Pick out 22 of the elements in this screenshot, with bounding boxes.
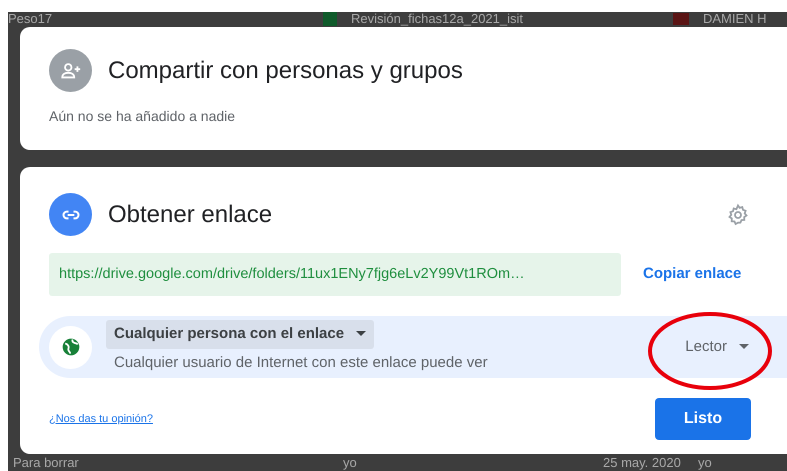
access-scope-dropdown[interactable]: Cualquier persona con el enlace (106, 320, 374, 349)
copy-link-button[interactable]: Copiar enlace (641, 263, 744, 286)
file-name: Revisión_fichas12a_2021_isit (351, 12, 524, 26)
add-person-icon (49, 49, 92, 92)
link-icon (49, 193, 92, 236)
card-title: Compartir con personas y grupos (108, 56, 463, 86)
globe-icon (49, 326, 92, 368)
file-name: DAMIEN H (703, 12, 767, 26)
access-description: Cualquier usuario de Internet con este enlace puede ver (113, 352, 488, 373)
file-name: Peso17 (8, 12, 52, 26)
caret-icon (739, 344, 749, 350)
caret-icon (356, 331, 366, 338)
feedback-link[interactable]: ¿Nos das tu opinión? (49, 410, 153, 428)
card-title: Obtener enlace (108, 200, 274, 230)
link-field[interactable]: https://drive.google.com/drive/folders/11ux1ENy7fjg6eLv2Y99Vt1ROm… (49, 253, 621, 296)
list-cell-text: Para borrar (12, 455, 80, 470)
list-cell: yo (698, 455, 712, 470)
done-button[interactable]: Listo (655, 398, 751, 440)
role-dropdown[interactable]: Lector (685, 336, 749, 358)
empty-share-message: Aún no se ha añadido a nadie (49, 107, 236, 126)
list-cell-text: yo (343, 455, 358, 470)
list-cell-text: 25 may. 2020 (603, 455, 682, 470)
